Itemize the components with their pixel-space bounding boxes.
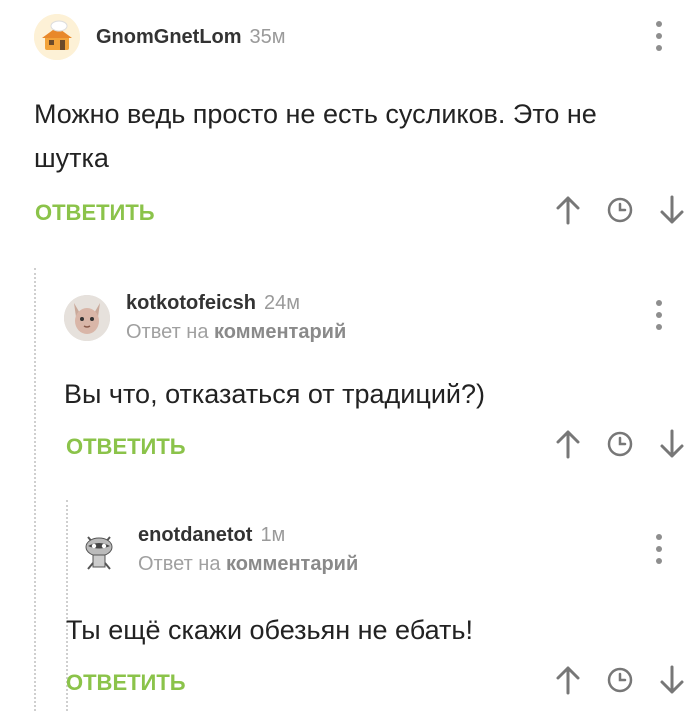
comment: enotdanetot 1м Ответ на комментарий Ты е… — [36, 500, 700, 711]
arrow-down-icon[interactable] — [656, 664, 688, 696]
comments-thread: GnomGnetLom 35м Можно ведь просто не ест… — [0, 0, 700, 711]
timestamp: 24м — [264, 292, 301, 314]
reply-to-line: Ответ на комментарий — [126, 321, 346, 344]
username[interactable]: enotdanetot — [138, 524, 252, 547]
comment-meta: enotdanetot 1м Ответ на комментарий — [138, 524, 358, 576]
avatar[interactable] — [34, 14, 80, 60]
reply-button[interactable]: ОТВЕТИТЬ — [66, 434, 186, 460]
reply-to-prefix: Ответ на — [126, 321, 209, 343]
timestamp: 1м — [260, 524, 286, 546]
comment: kotkotofeicsh 24м Ответ на комментарий В… — [36, 268, 700, 488]
comment-header: enotdanetot 1м Ответ на комментарий — [76, 524, 358, 576]
comment-text: Вы что, отказаться от традиций?) — [64, 379, 485, 409]
comment-header: GnomGnetLom 35м — [34, 14, 286, 60]
comment-meta: kotkotofeicsh 24м Ответ на комментарий — [126, 292, 346, 344]
arrow-down-icon[interactable] — [656, 194, 688, 226]
comment-text: Ты ещё скажи обезьян не ебать! — [66, 615, 473, 645]
comment-header: kotkotofeicsh 24м Ответ на комментарий — [64, 292, 346, 344]
arrow-up-icon[interactable] — [552, 428, 584, 460]
avatar[interactable] — [76, 527, 122, 573]
raccoon-avatar-icon — [76, 527, 122, 573]
chef-house-avatar-icon — [34, 14, 80, 60]
reply-to-prefix: Ответ на — [138, 553, 221, 575]
avatar[interactable] — [64, 295, 110, 341]
comment: GnomGnetLom 35м Можно ведь просто не ест… — [0, 0, 700, 246]
comment-actions — [552, 428, 688, 460]
more-vertical-icon[interactable] — [654, 534, 664, 564]
comment-meta: GnomGnetLom 35м — [96, 26, 286, 49]
reply-to-line: Ответ на комментарий — [138, 553, 358, 576]
arrow-up-icon[interactable] — [552, 664, 584, 696]
reply-button[interactable]: ОТВЕТИТЬ — [66, 670, 186, 696]
clock-icon[interactable] — [604, 194, 636, 226]
arrow-up-icon[interactable] — [552, 194, 584, 226]
comment-actions — [552, 664, 688, 696]
comment-actions — [552, 194, 688, 226]
comment-text: Можно ведь просто не есть сусликов. Это … — [34, 99, 597, 173]
username[interactable]: GnomGnetLom — [96, 26, 242, 49]
clock-icon[interactable] — [604, 428, 636, 460]
reply-to-link[interactable]: комментарий — [226, 553, 358, 575]
clock-icon[interactable] — [604, 664, 636, 696]
sphynx-cat-avatar-icon — [64, 295, 110, 341]
reply-to-link[interactable]: комментарий — [214, 321, 346, 343]
timestamp: 35м — [249, 25, 286, 48]
more-vertical-icon[interactable] — [654, 21, 664, 51]
more-vertical-icon[interactable] — [654, 300, 664, 330]
arrow-down-icon[interactable] — [656, 428, 688, 460]
reply-button[interactable]: ОТВЕТИТЬ — [35, 200, 155, 226]
username[interactable]: kotkotofeicsh — [126, 292, 256, 315]
